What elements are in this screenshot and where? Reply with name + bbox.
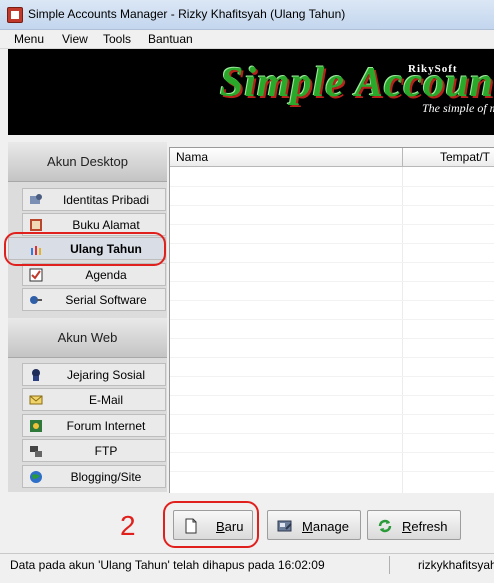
table-row-gridline [170, 433, 494, 434]
status-message: Data pada akun 'Ulang Tahun' telah dihap… [10, 558, 325, 572]
status-divider [389, 556, 390, 574]
table-row-gridline [170, 281, 494, 282]
menu-view[interactable]: View [62, 32, 88, 46]
social-network-icon [32, 369, 40, 381]
banner-tagline: The simple of m [422, 101, 494, 115]
window-title: Simple Accounts Manager - Rizky Khafitsy… [28, 7, 346, 21]
refresh-button[interactable]: Refresh [367, 510, 461, 540]
annotation-highlight-2 [163, 501, 259, 548]
column-header-tempat[interactable]: Tempat/T [440, 150, 490, 164]
sidebar-item-agenda[interactable]: Agenda [22, 263, 166, 286]
menu-tools[interactable]: Tools [103, 32, 131, 46]
menu-menu[interactable]: Menu [14, 32, 44, 46]
globe-icon [30, 471, 42, 483]
status-user: rizkykhafitsyah [418, 558, 494, 572]
serial-key-icon [30, 296, 42, 304]
sidebar-item-label: FTP [94, 444, 118, 458]
table-row-gridline [170, 243, 494, 244]
sidebar-item-label: Agenda [85, 268, 127, 282]
address-book-icon [30, 219, 42, 231]
agenda-icon [29, 268, 43, 282]
manage-icon [277, 520, 292, 532]
sidebar-item-label: E-Mail [88, 393, 123, 407]
table-row-gridline [170, 338, 494, 339]
sidebar: Akun Desktop Identitas Pribadi Buku Alam… [8, 142, 167, 492]
column-divider[interactable] [402, 148, 403, 167]
refresh-button-label: Refresh [402, 519, 448, 534]
ftp-icon [30, 446, 42, 457]
manage-button[interactable]: Manage [267, 510, 361, 540]
app-icon [7, 7, 23, 23]
table-row-gridline [170, 414, 494, 415]
email-icon [29, 395, 43, 405]
app-banner: Simple Accounts RikySoft The simple of m [8, 49, 494, 135]
group-header-akun-desktop[interactable]: Akun Desktop [8, 142, 167, 182]
group-header-akun-web[interactable]: Akun Web [8, 318, 167, 358]
sidebar-item-forum-internet[interactable]: Forum Internet [22, 414, 166, 437]
table-row-gridline [170, 471, 494, 472]
sidebar-item-serial-software[interactable]: Serial Software [22, 288, 166, 311]
table-row-gridline [170, 262, 494, 263]
table-row-gridline [170, 205, 494, 206]
sidebar-item-identitas-pribadi[interactable]: Identitas Pribadi [22, 188, 166, 211]
manage-button-label: Manage [302, 519, 349, 534]
table-row-gridline [170, 224, 494, 225]
table-row-gridline [170, 319, 494, 320]
accounts-table[interactable]: Nama Tempat/T [169, 147, 494, 493]
sidebar-item-label: Serial Software [65, 293, 147, 307]
table-row-gridline [170, 300, 494, 301]
annotation-highlight-1 [4, 232, 166, 266]
column-header-nama[interactable]: Nama [176, 150, 208, 164]
sidebar-item-label: Forum Internet [66, 419, 146, 433]
sidebar-item-blogging-site[interactable]: Blogging/Site [22, 465, 166, 488]
table-row-gridline [170, 186, 494, 187]
sidebar-item-jejaring-sosial[interactable]: Jejaring Sosial [22, 363, 166, 386]
sidebar-item-e-mail[interactable]: E-Mail [22, 388, 166, 411]
sidebar-item-label: Buku Alamat [72, 218, 140, 232]
annotation-number-2: 2 [120, 510, 136, 541]
menu-bar: Menu View Tools Bantuan [0, 30, 494, 49]
menu-bantuan[interactable]: Bantuan [148, 32, 193, 46]
id-card-icon [30, 194, 42, 204]
table-header: Nama Tempat/T [170, 148, 494, 167]
table-row-gridline [170, 357, 494, 358]
status-bar: Data pada akun 'Ulang Tahun' telah dihap… [0, 553, 494, 575]
table-row-gridline [170, 452, 494, 453]
forum-icon [30, 420, 42, 432]
table-row-gridline [170, 376, 494, 377]
sidebar-item-label: Identitas Pribadi [62, 193, 150, 207]
table-row-gridline [170, 395, 494, 396]
sidebar-item-label: Jejaring Sosial [66, 368, 146, 382]
sidebar-item-ftp[interactable]: FTP [22, 439, 166, 462]
title-bar: Simple Accounts Manager - Rizky Khafitsy… [0, 0, 494, 30]
banner-company: RikySoft [408, 63, 458, 75]
column-gridline [402, 167, 403, 493]
sidebar-item-label: Blogging/Site [70, 470, 142, 484]
refresh-icon [378, 519, 392, 533]
